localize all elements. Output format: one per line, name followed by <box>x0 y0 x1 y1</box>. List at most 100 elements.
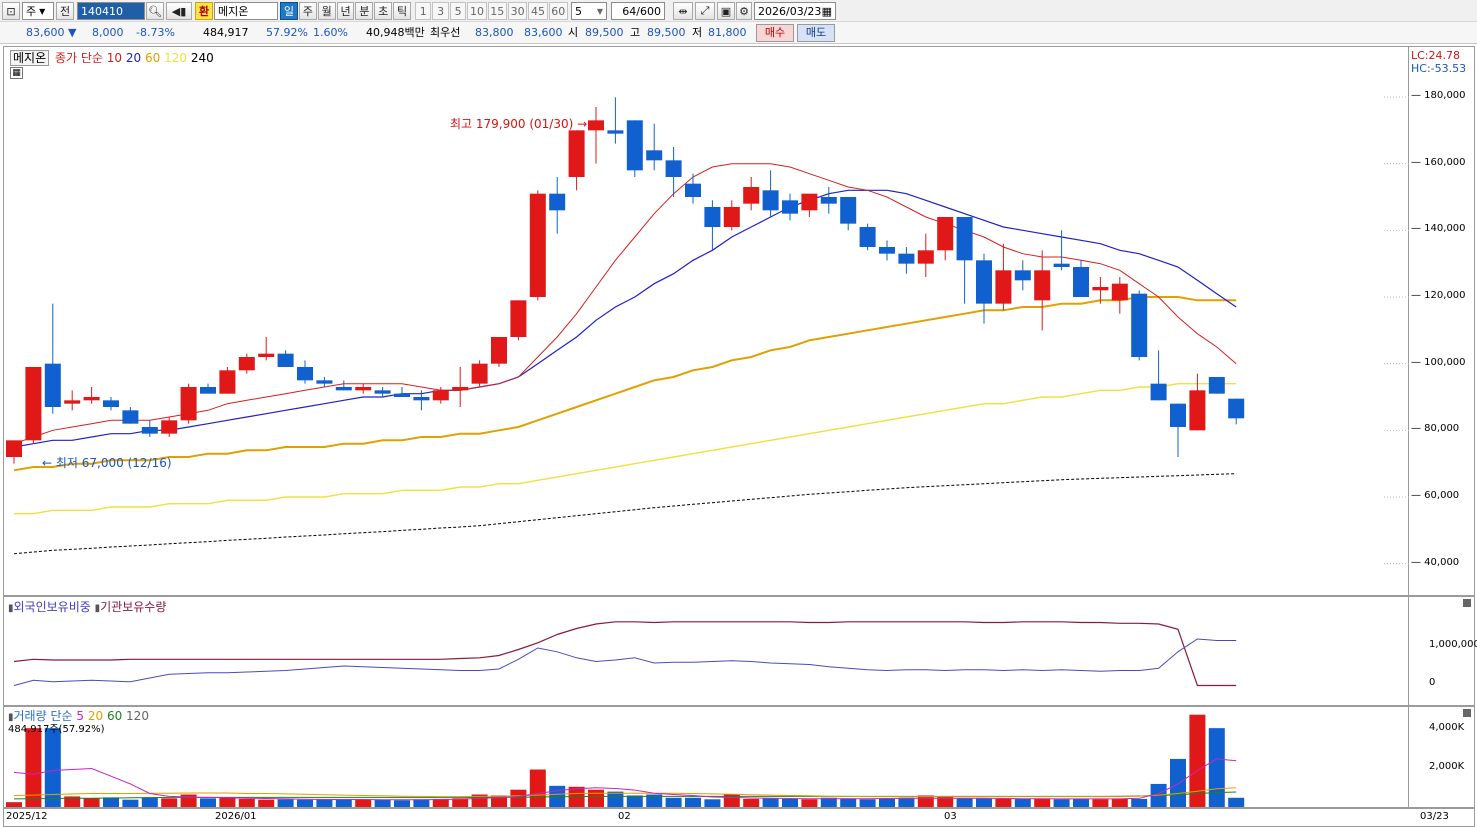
candle-body <box>1053 263 1070 267</box>
volume-panel[interactable]: ▮거래량 단순 5 20 60 120 484,917주(57.92%) <box>3 706 1409 808</box>
period-tab[interactable]: 틱 <box>393 2 412 20</box>
currency-badge[interactable]: 환 <box>195 2 213 20</box>
legend-ma240: 240 <box>190 51 214 65</box>
volume-bar <box>1111 798 1128 807</box>
draw-tool-icon[interactable]: ⤢ <box>695 2 715 20</box>
best-bid: 83,600 <box>524 26 563 39</box>
volume-bar <box>1131 798 1148 807</box>
ma20-line <box>13 189 1237 448</box>
period-tab[interactable]: 일 <box>280 2 298 20</box>
candle-body <box>1073 267 1089 297</box>
date-field[interactable]: 2026/03/23 ▦ <box>754 2 836 20</box>
holding-chart <box>13 621 1237 687</box>
candle-body <box>607 130 624 134</box>
volume-value: 484,917 <box>203 26 249 39</box>
prev-button[interactable]: 전 <box>56 2 74 20</box>
candle-body <box>762 190 779 211</box>
stock-name-tag: 메지온 <box>10 50 50 66</box>
holding-tick: 1,000,000 <box>1429 639 1477 650</box>
price-panel[interactable]: 메지온 종가 단순 10 20 60 120 240 ▦ 최고 179,900 … <box>3 46 1410 596</box>
interval-button[interactable]: 1 <box>415 2 432 20</box>
period-tab[interactable]: 년 <box>336 2 355 20</box>
panel-close-icon[interactable] <box>1463 709 1471 717</box>
min-annotation: ← 최저 67,000 (12/16) <box>42 456 172 470</box>
volume-bar <box>1073 798 1089 807</box>
volume-bar <box>801 799 818 807</box>
volume-bar <box>1014 798 1031 807</box>
volume-bar <box>607 791 624 807</box>
interval-button[interactable]: 60 <box>548 2 568 20</box>
price-tick: — 80,000 <box>1411 423 1460 435</box>
interval-button[interactable]: 5 <box>449 2 467 20</box>
price-change: 8,000 <box>92 26 124 39</box>
interval-button[interactable]: 45 <box>528 2 548 20</box>
candle-body <box>219 370 236 394</box>
volume-ratio: 57.92% <box>266 26 308 39</box>
sell-button[interactable]: 매도 <box>797 24 835 42</box>
candle-body <box>995 270 1012 304</box>
legend-institution: 기관보유수량 <box>100 600 167 614</box>
interval-button[interactable]: 15 <box>487 2 507 20</box>
count-field[interactable]: 64/600 <box>611 2 665 20</box>
candle-body <box>937 217 954 251</box>
candle-body <box>529 193 546 297</box>
zoom-fit-icon[interactable]: ⇹ <box>673 2 693 20</box>
date-label: 2025/12 <box>6 811 48 822</box>
candle-body <box>238 357 255 371</box>
market-select[interactable]: 주 ▼ <box>22 2 54 20</box>
candle-body <box>413 397 430 401</box>
interval-button[interactable]: 10 <box>467 2 487 20</box>
price-change-pct: -8.73% <box>136 26 175 39</box>
candle-body <box>1014 270 1031 281</box>
current-price: 83,600 ▼ <box>26 26 77 39</box>
period-tab[interactable]: 월 <box>317 2 336 20</box>
count-value: 64 <box>622 4 637 18</box>
stock-code-input[interactable]: 140410 <box>77 2 145 20</box>
period-tabs: 일주월년분초틱 <box>280 2 412 20</box>
candle-body <box>6 440 22 457</box>
period-tab[interactable]: 초 <box>374 2 393 20</box>
legend-vol-ma60: 60 <box>106 709 123 723</box>
candle-body <box>626 120 643 171</box>
volume-axis: 4,000K 2,000K <box>1409 706 1475 808</box>
volume-bar <box>995 798 1012 807</box>
volume-bar <box>840 798 857 807</box>
volume-bar <box>956 798 973 807</box>
candle-body <box>1189 390 1206 431</box>
interval-select[interactable]: 5 ▼ <box>571 2 607 20</box>
volume-bar <box>103 797 119 807</box>
volume-bar <box>219 797 236 807</box>
stock-name-field[interactable]: 메지온 <box>214 2 278 20</box>
gear-icon[interactable]: ⚙ <box>736 2 752 20</box>
trade-amount: 40,948백만 <box>366 26 425 39</box>
lc-label: LC:24.78 <box>1411 49 1461 62</box>
candle-body <box>452 387 469 391</box>
panel-close-icon[interactable] <box>1463 599 1471 607</box>
holding-panel[interactable]: ▮외국인보유비중 ▮기관보유수량 <box>3 596 1409 706</box>
period-tab[interactable]: 분 <box>355 2 374 20</box>
volume-bar <box>238 798 255 807</box>
interval-button[interactable]: 3 <box>432 2 449 20</box>
candle-body <box>1150 383 1167 401</box>
volume-bar <box>704 799 721 807</box>
candle-body <box>180 387 197 421</box>
candle-body <box>549 193 566 211</box>
candle-body <box>801 193 818 211</box>
price-tick: — 140,000 <box>1411 223 1466 235</box>
chart-menu-icon[interactable]: ⊡ <box>2 2 20 20</box>
search-icon[interactable]: 🔍︎ <box>146 2 164 20</box>
save-icon[interactable]: ▣ <box>717 2 735 20</box>
price-tick: — 40,000 <box>1411 556 1460 568</box>
candle-body <box>1131 293 1148 357</box>
buy-button[interactable]: 매수 <box>756 24 794 42</box>
count-total: /600 <box>636 4 661 18</box>
candle-body <box>685 183 701 197</box>
ma10-line <box>13 163 1237 445</box>
panel-toggle-icon[interactable]: ▦ <box>10 67 23 79</box>
sound-icon[interactable]: ◀▮ <box>166 2 192 20</box>
period-tab[interactable]: 주 <box>298 2 317 20</box>
interval-button[interactable]: 30 <box>507 2 528 20</box>
volume-bar <box>141 797 158 807</box>
candle-body <box>258 353 275 357</box>
interval-select-value: 5 <box>575 4 582 18</box>
